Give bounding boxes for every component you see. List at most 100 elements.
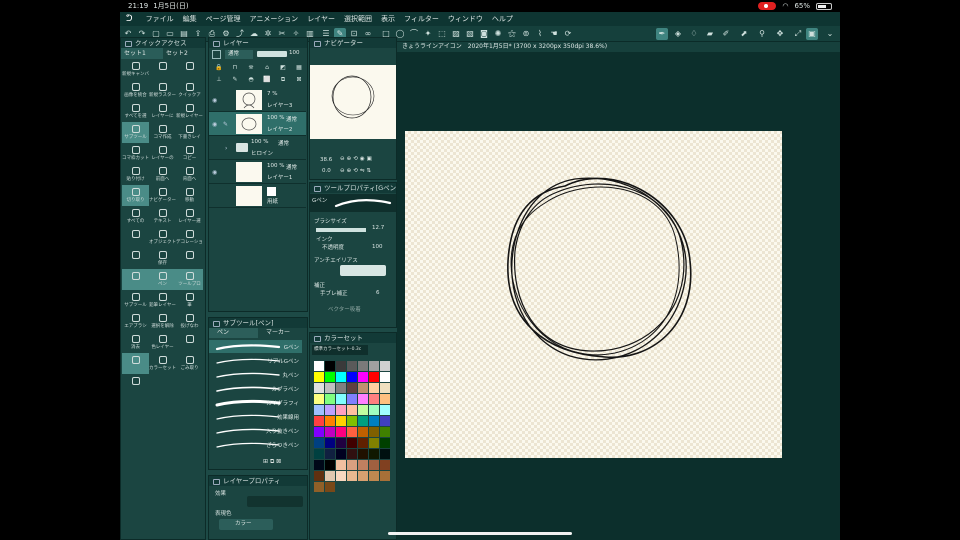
delete-layer-icon[interactable]: ⊠ <box>293 74 305 86</box>
select-icon[interactable]: ⬚ <box>436 28 448 40</box>
color-swatch[interactable] <box>347 471 357 481</box>
color-swatch[interactable] <box>325 383 335 393</box>
move-icon[interactable]: ✥ <box>774 28 786 40</box>
brush-item[interactable]: 効果線用 <box>209 410 302 423</box>
color-swatch[interactable] <box>336 438 346 448</box>
sparkle-icon[interactable]: ✺ <box>492 28 504 40</box>
color-swatch[interactable] <box>347 361 357 371</box>
color-swatch[interactable] <box>369 383 379 393</box>
color-swatch[interactable] <box>369 372 379 382</box>
color-layer-icon[interactable]: ▦ <box>293 62 305 74</box>
pen-icon[interactable]: ✒ <box>656 28 668 40</box>
quick-item[interactable]: ペン <box>149 269 176 290</box>
menu-layer[interactable]: レイヤー <box>307 14 335 24</box>
menu-window[interactable]: ウィンドウ <box>448 14 483 24</box>
color-swatch[interactable] <box>380 460 390 470</box>
navigator-preview[interactable] <box>310 65 396 139</box>
effect-buttons[interactable] <box>247 496 303 507</box>
quick-item[interactable]: 下書きレイ <box>176 122 203 143</box>
layer-folder-heroine[interactable]: › 100 % 通常 ヒロイン <box>209 136 306 160</box>
vector-snap-label[interactable]: ベクター吸着 <box>328 305 361 313</box>
quick-item[interactable]: コピー <box>176 143 203 164</box>
brush-item[interactable]: カブラペン <box>209 382 302 395</box>
eye-icon[interactable]: ◉ <box>212 169 217 176</box>
color-swatch[interactable] <box>380 361 390 371</box>
brush-icon[interactable]: ⌇ <box>534 28 546 40</box>
quick-item[interactable]: 新規レイヤー <box>176 101 203 122</box>
quick-item[interactable]: ナビゲーター <box>149 185 176 206</box>
color-swatch[interactable] <box>347 449 357 459</box>
quick-item[interactable] <box>122 248 149 269</box>
color-swatch[interactable] <box>369 405 379 415</box>
color-swatch[interactable] <box>358 427 368 437</box>
color-swatch[interactable] <box>369 449 379 459</box>
color-swatch[interactable] <box>358 471 368 481</box>
layer-settings-icon[interactable] <box>212 50 221 59</box>
eye-icon[interactable]: ◉ <box>212 97 217 104</box>
fill-icon[interactable]: ◙ <box>478 28 490 40</box>
color-swatch[interactable] <box>336 460 346 470</box>
color-swatch[interactable] <box>336 372 346 382</box>
color-swatch[interactable] <box>369 471 379 481</box>
quick-item[interactable]: 前面へ <box>149 164 176 185</box>
quick-item[interactable]: テキスト <box>149 206 176 227</box>
ruler-icon[interactable]: ⊥ <box>213 74 225 86</box>
quick-item[interactable]: ごみ取り <box>176 353 203 374</box>
color-swatch[interactable] <box>358 416 368 426</box>
color-swatch[interactable] <box>358 394 368 404</box>
draft-icon[interactable]: ⌂ <box>261 62 273 74</box>
quick-item[interactable] <box>149 59 176 80</box>
color-swatch[interactable] <box>347 394 357 404</box>
quick-item[interactable]: 切り取り <box>122 185 149 206</box>
color-swatch[interactable] <box>325 460 335 470</box>
clip-layer-icon[interactable]: ⊓ <box>229 62 241 74</box>
opacity-slider[interactable] <box>257 51 287 57</box>
color-swatch[interactable] <box>347 383 357 393</box>
hand-icon[interactable]: ☚ <box>548 28 560 40</box>
color-swatch[interactable] <box>380 394 390 404</box>
color-swatch[interactable] <box>358 460 368 470</box>
quick-item[interactable] <box>176 248 203 269</box>
zoom-controls[interactable]: ⊖⊕⟲◉▣ <box>340 156 374 162</box>
color-swatch[interactable] <box>325 482 335 492</box>
quick-item[interactable]: レイヤー選 <box>176 206 203 227</box>
quick-item[interactable]: サブツール <box>122 122 149 143</box>
brush-size-slider[interactable] <box>316 228 366 232</box>
ref-layer-icon[interactable]: ⛯ <box>245 62 257 74</box>
canvas-paper[interactable] <box>405 131 782 458</box>
color-swatch[interactable] <box>380 383 390 393</box>
color-swatch[interactable] <box>325 361 335 371</box>
color-swatch[interactable] <box>336 405 346 415</box>
quick-item[interactable]: エアブラシ <box>122 311 149 332</box>
color-swatch[interactable] <box>336 383 346 393</box>
blend-mode-select[interactable]: 通常 <box>225 50 253 59</box>
select2-icon[interactable]: ▨ <box>450 28 462 40</box>
menu-selection[interactable]: 選択範囲 <box>344 14 372 24</box>
color-swatch[interactable] <box>380 405 390 415</box>
color-swatch[interactable] <box>380 438 390 448</box>
color-swatch[interactable] <box>314 394 324 404</box>
color-swatch[interactable] <box>314 427 324 437</box>
ink-opacity-value[interactable]: 100 <box>372 244 383 250</box>
quick-item[interactable]: 消去 <box>122 332 149 353</box>
quick-item[interactable]: 移動 <box>176 185 203 206</box>
quick-item[interactable]: サブツール <box>122 290 149 311</box>
color-swatch[interactable] <box>369 361 379 371</box>
color-swatch[interactable] <box>347 427 357 437</box>
quick-item[interactable]: 色レイヤー <box>149 332 176 353</box>
stabilization-value[interactable]: 6 <box>376 290 380 296</box>
quick-item[interactable]: コマ枠カット <box>122 143 149 164</box>
color-swatch[interactable] <box>325 394 335 404</box>
layer-toggle-icon[interactable]: ▣ <box>806 28 818 40</box>
quick-item[interactable]: ツールプロ <box>176 269 203 290</box>
eye-icon[interactable]: ◉ <box>212 121 217 128</box>
color-swatch[interactable] <box>369 460 379 470</box>
color-swatch[interactable] <box>347 460 357 470</box>
color-swatch[interactable] <box>325 372 335 382</box>
color-swatch[interactable] <box>380 449 390 459</box>
quick-item[interactable] <box>176 59 203 80</box>
color-swatch[interactable] <box>336 427 346 437</box>
delete-subtool-icon[interactable]: ⊠ <box>276 458 281 465</box>
copy-subtool-icon[interactable]: ⧉ <box>270 458 274 465</box>
lasso2-icon[interactable]: ⌒ <box>408 28 420 40</box>
